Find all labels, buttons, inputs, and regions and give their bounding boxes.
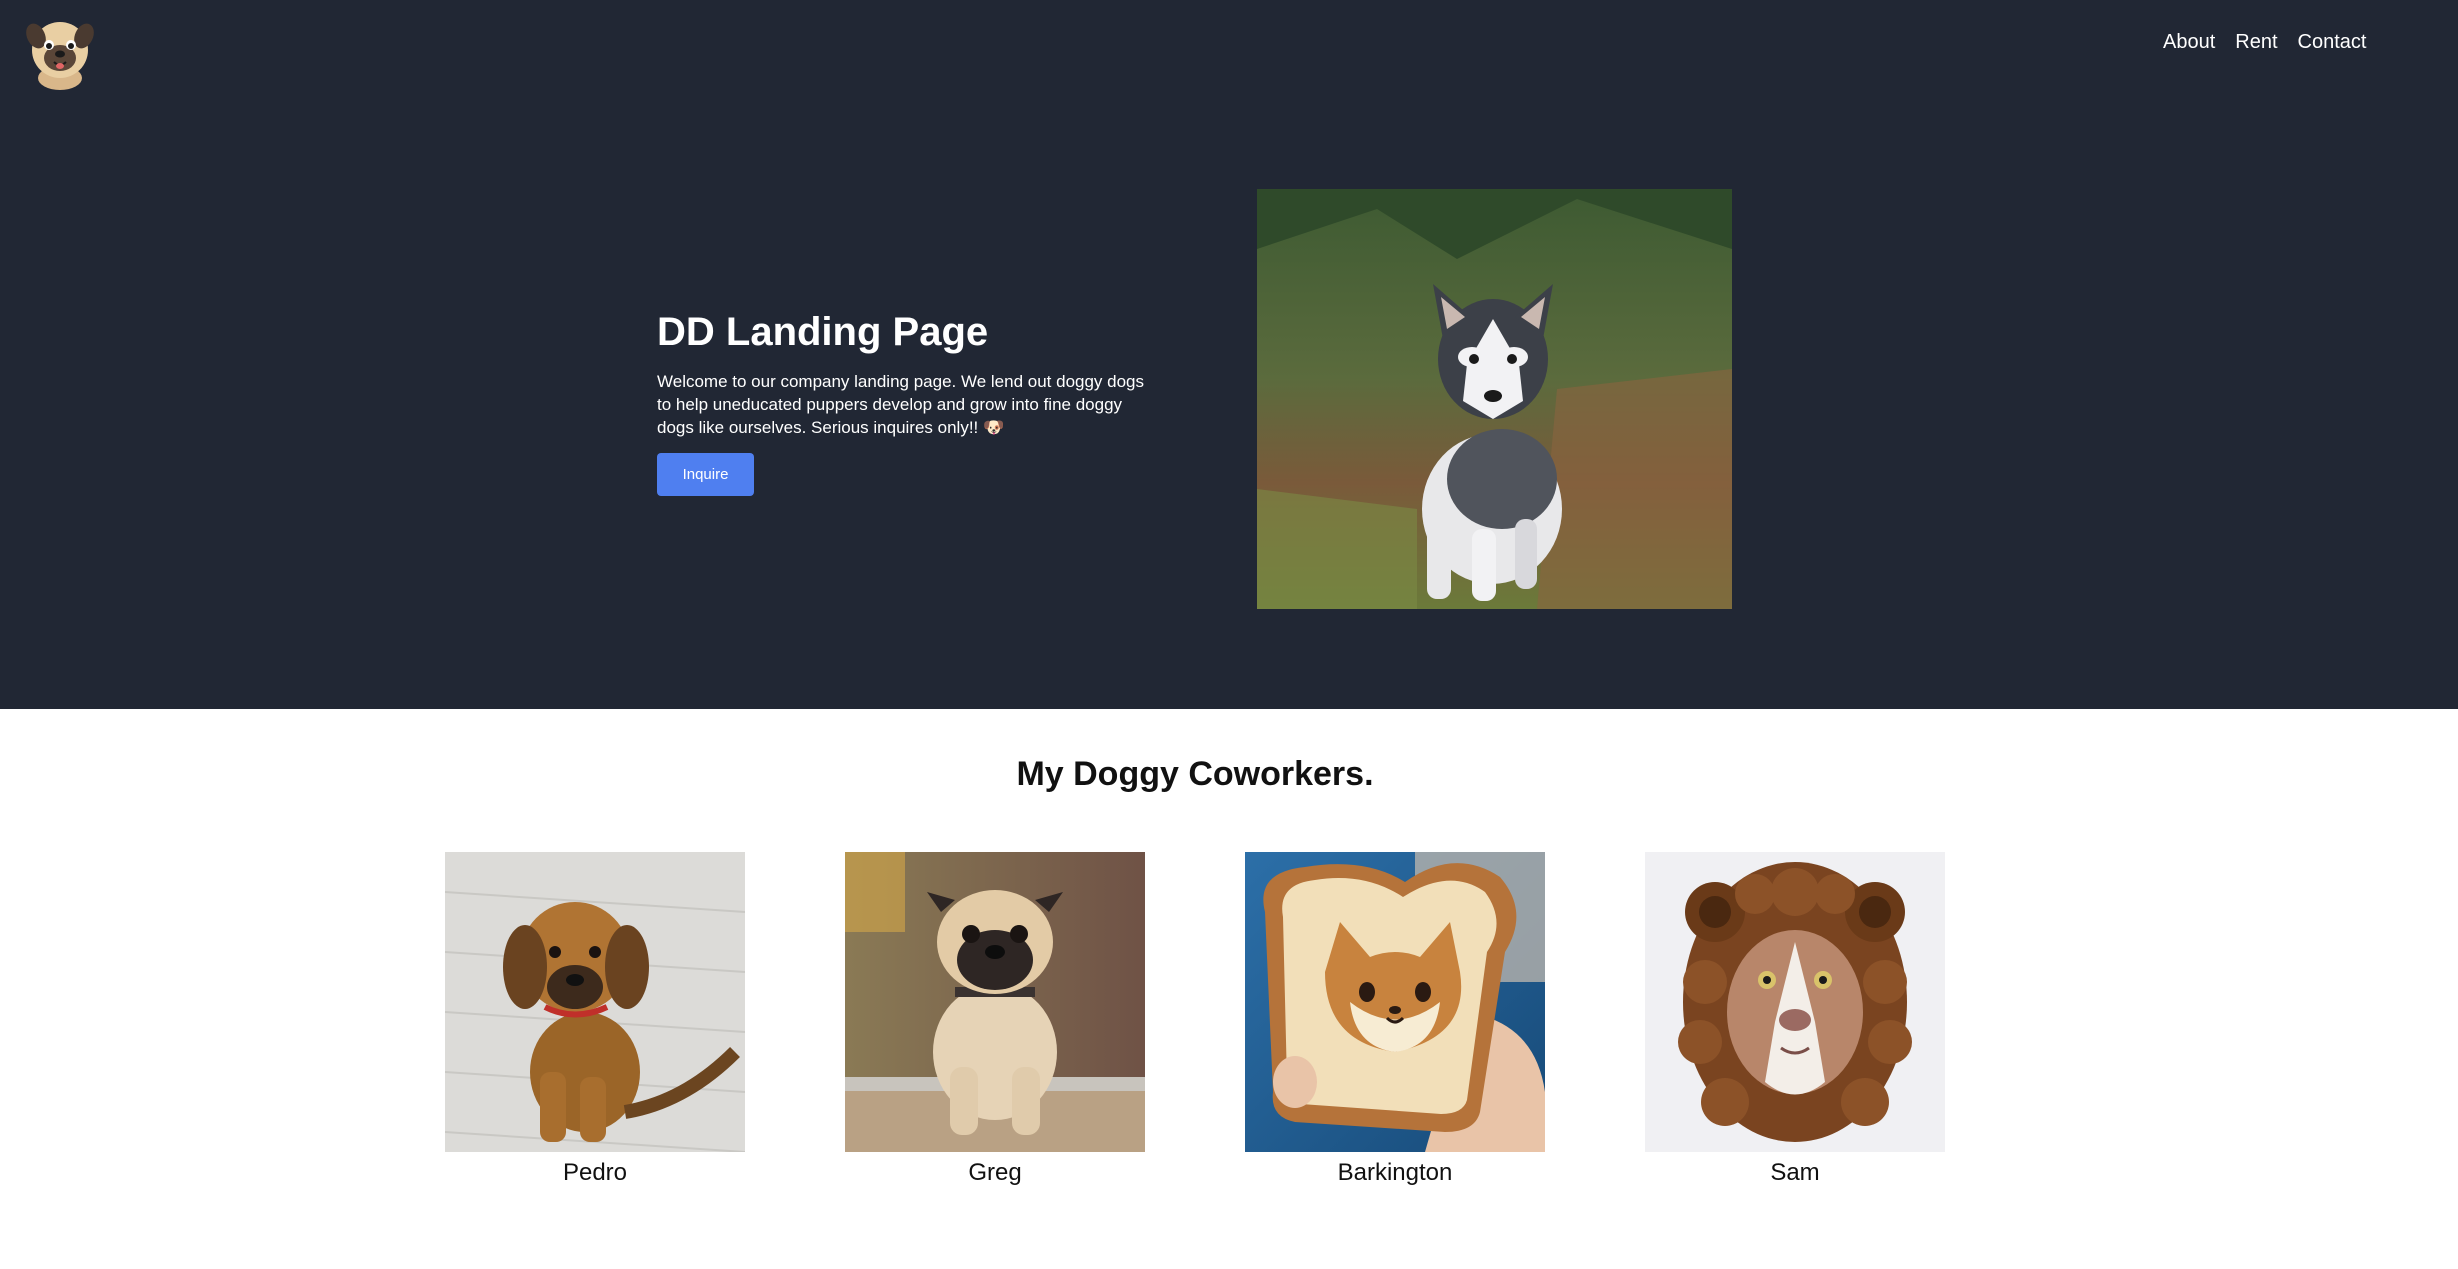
- husky-puppy-photo: [1257, 189, 1732, 609]
- main-nav: About Rent Contact: [2163, 28, 2366, 56]
- coworker-card-greg[interactable]: Greg: [845, 852, 1145, 1188]
- coworker-name: Pedro: [562, 1159, 628, 1186]
- toast-dog-photo: [1245, 852, 1545, 1152]
- coworker-card-barkington[interactable]: Barkington: [1245, 852, 1545, 1188]
- nav-link-about[interactable]: About: [2163, 28, 2215, 56]
- brown-puppy-photo: [445, 852, 745, 1152]
- coworker-card-sam[interactable]: Sam: [1645, 852, 1945, 1188]
- nav-link-rent[interactable]: Rent: [2235, 28, 2277, 56]
- coworker-name: Greg: [968, 1159, 1022, 1186]
- hero-section: About Rent Contact DD Landing Page Welco…: [0, 0, 2458, 709]
- lion-costume-dog-photo: [1645, 852, 1945, 1152]
- coworkers-title: My Doggy Coworkers.: [1016, 755, 1374, 793]
- inquire-button[interactable]: Inquire: [657, 453, 754, 496]
- coworker-card-pedro[interactable]: Pedro: [445, 852, 745, 1188]
- hero-description: Welcome to our company landing page. We …: [657, 372, 1145, 437]
- page-title: DD Landing Page: [657, 310, 989, 354]
- hero-text-block: DD Landing Page Welcome to our company l…: [657, 306, 1157, 496]
- nav-link-contact[interactable]: Contact: [2298, 28, 2367, 56]
- coworkers-grid: Pedro Greg Barkington Sam: [445, 852, 1945, 1188]
- coworker-name: Barkington: [1337, 1159, 1453, 1186]
- pug-photo: [845, 852, 1145, 1152]
- pug-logo-icon[interactable]: [22, 12, 98, 90]
- coworker-name: Sam: [1770, 1159, 1820, 1186]
